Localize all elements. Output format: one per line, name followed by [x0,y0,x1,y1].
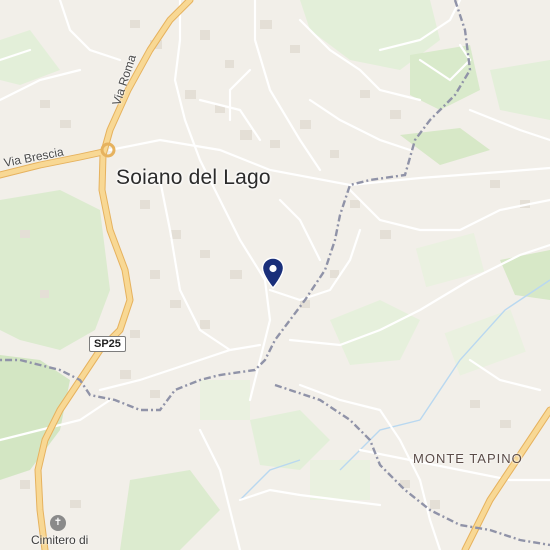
town-label: Soiano del Lago [116,166,271,189]
peak-label: MONTE TAPINO [413,451,523,466]
cemetery-icon: ✝ [50,515,66,531]
map-canvas[interactable]: Soiano del Lago Via Brescia Via Roma SP2… [0,0,550,550]
road-shield-sp25: SP25 [89,336,126,352]
cemetery-label: Cimitero di [31,533,89,547]
map-pin-icon[interactable] [261,257,285,289]
